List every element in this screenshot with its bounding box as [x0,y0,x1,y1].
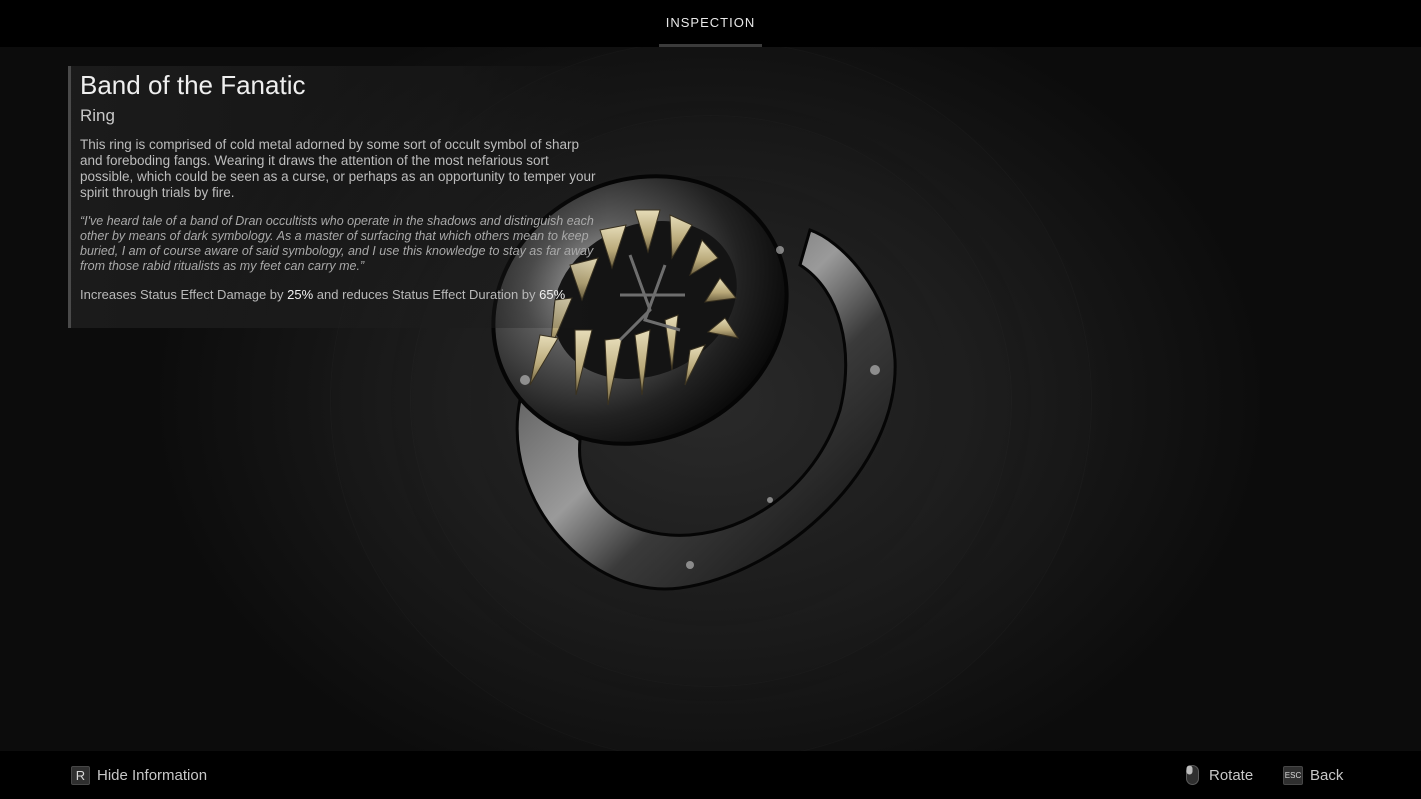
rotate-button[interactable]: Rotate [1186,765,1253,785]
item-info-panel: Band of the Fanatic Ring This ring is co… [68,66,608,328]
item-lore-quote: “I've heard tale of a band of Dran occul… [80,214,594,273]
back-label: Back [1310,766,1344,784]
mouse-icon [1186,765,1199,785]
rotate-label: Rotate [1209,766,1254,784]
top-bar: INSPECTION [0,0,1421,47]
item-name: Band of the Fanatic [80,70,306,100]
item-type: Ring [80,106,115,125]
effect-middle: and reduces Status Effect Duration by [313,287,540,302]
tab-inspection[interactable]: INSPECTION [659,0,762,47]
esc-key-icon: ESC [1283,765,1303,785]
back-button[interactable]: ESC Back [1283,765,1343,785]
r-key-icon: R [71,765,90,785]
item-effect: Increases Status Effect Damage by 25% an… [80,287,608,303]
effect-duration-value: 65% [539,287,566,302]
effect-prefix: Increases Status Effect Damage by [80,287,288,302]
hide-information-label: Hide Information [97,766,208,784]
hide-information-button[interactable]: R Hide Information [71,765,207,785]
item-description: This ring is comprised of cold metal ado… [80,137,596,200]
effect-damage-value: 25% [287,287,314,302]
